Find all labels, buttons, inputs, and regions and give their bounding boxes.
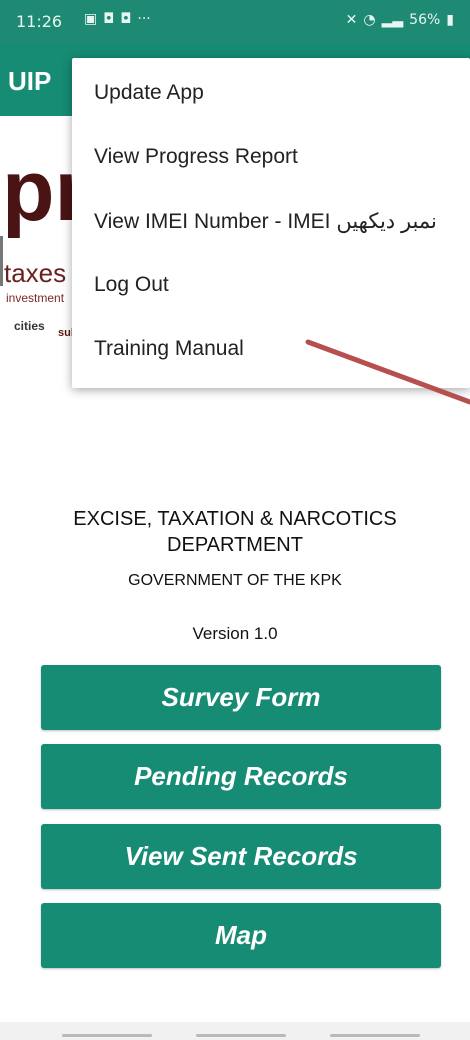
menu-item-update-app[interactable]: Update App [72,61,470,125]
navigation-bar [0,1022,470,1040]
pending-records-button[interactable]: Pending Records [41,744,441,809]
government-name: GOVERNMENT OF THE KPK [128,572,342,589]
menu-item-log-out[interactable]: Log Out [72,253,470,317]
battery-percent: 56% [409,12,441,28]
signal-icon: ▂▃ [381,12,404,28]
home-button[interactable] [196,1034,286,1037]
notification-icons: ▣ ◘ ◘ ··· [84,11,151,27]
department-name: EXCISE, TAXATION & NARCOTICS DEPARTMENT [73,508,397,556]
wifi-icon: ◔ [363,12,376,28]
youtube-icon: ◘ [103,11,115,27]
app-title: UIP [8,66,52,96]
recent-apps-button[interactable] [62,1034,152,1037]
status-time: 11:26 [16,12,63,31]
survey-form-button[interactable]: Survey Form [41,665,441,730]
menu-item-view-imei-number[interactable]: View IMEI Number - IMEI نمبر دیکھیں [72,189,470,253]
gallery-icon: ▣ [84,11,98,27]
more-notifications-icon: ··· [137,11,151,27]
word-investment: investment [6,291,65,305]
youtube-icon: ◘ [120,11,132,27]
version-label: Version 1.0 [192,624,278,643]
mute-icon: ✕ [345,12,358,28]
battery-icon: ▮ [446,12,454,28]
department-header: EXCISE, TAXATION & NARCOTICS DEPARTMENT … [0,506,470,644]
word-taxes: taxes [4,258,66,288]
status-bar: 11:26 ▣ ◘ ◘ ··· ✕ ◔ ▂▃ 56% ▮ [0,0,470,44]
map-button[interactable]: Map [41,903,441,968]
view-sent-records-button[interactable]: View Sent Records [41,824,441,889]
annotation-arrow [305,339,470,405]
status-right: ✕ ◔ ▂▃ 56% ▮ [346,12,454,28]
menu-item-view-progress-report[interactable]: View Progress Report [72,125,470,189]
word-cities: cities [14,319,45,333]
back-button[interactable] [330,1034,420,1037]
